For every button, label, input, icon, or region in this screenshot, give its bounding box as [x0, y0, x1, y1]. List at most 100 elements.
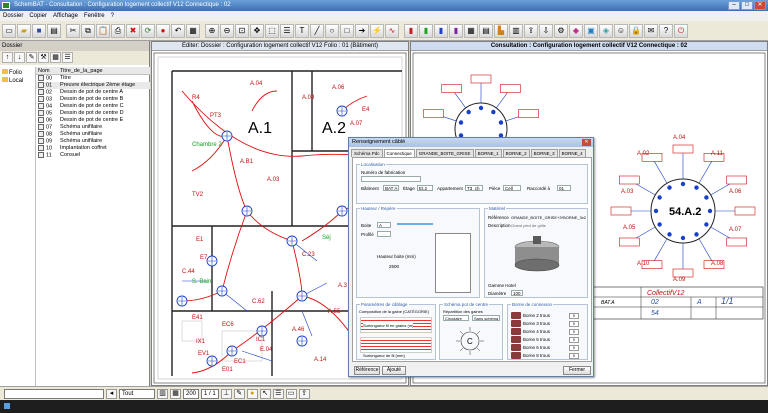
junction-box-icon[interactable]: [221, 130, 233, 142]
tree-item-folio[interactable]: Folio: [2, 69, 33, 77]
cable-tag[interactable]: [619, 237, 640, 247]
junction-box-icon[interactable]: [336, 205, 348, 217]
cable-tag[interactable]: [672, 144, 694, 154]
tab-grande-boite[interactable]: GRANDE_BOITE_GRISE: [415, 149, 474, 157]
export-status-icon[interactable]: ⇪: [298, 388, 310, 399]
refresh-icon[interactable]: ⟳: [141, 23, 155, 38]
select-icon[interactable]: ⬚: [265, 23, 279, 38]
piece-field[interactable]: Cell: [503, 185, 521, 191]
grid-view-icon[interactable]: ▦: [50, 52, 61, 63]
appartement-field[interactable]: T3_ch: [465, 185, 483, 191]
tree-item-local[interactable]: Local: [2, 77, 33, 85]
column-titre[interactable]: Titre_de_la_page: [60, 67, 103, 74]
tab-borne-3[interactable]: BORNE_3: [530, 149, 558, 157]
edit-icon[interactable]: ✎: [26, 52, 37, 63]
prev-icon[interactable]: ◂: [106, 388, 117, 399]
line-icon[interactable]: ╱: [310, 23, 324, 38]
page-list-row[interactable]: 00 Titre: [36, 75, 150, 82]
page-field[interactable]: 1 / 1: [201, 388, 219, 399]
move-up-icon[interactable]: ↑: [2, 52, 13, 63]
ajouter-button[interactable]: Ajouté: [382, 366, 406, 375]
cable-tag[interactable]: [619, 175, 640, 185]
rect-icon[interactable]: □: [340, 23, 354, 38]
minimize-button[interactable]: –: [728, 1, 740, 10]
paste-icon[interactable]: 📋: [96, 23, 110, 38]
calendar-icon[interactable]: ▦: [464, 23, 478, 38]
command-input[interactable]: [4, 388, 104, 399]
layers-icon[interactable]: ☰: [280, 23, 294, 38]
page-list-row[interactable]: 06 Dessin de pot de centre E: [36, 117, 150, 124]
menu-dossier[interactable]: Dossier: [3, 11, 23, 21]
page-list-row[interactable]: 08 Schéma unifilaire: [36, 131, 150, 138]
close-button[interactable]: ✕: [754, 1, 766, 10]
junction-box-icon[interactable]: [206, 355, 218, 367]
cable-tag[interactable]: [423, 109, 444, 118]
cable-tag[interactable]: [470, 74, 492, 84]
junction-box-icon[interactable]: [256, 325, 268, 337]
save-icon[interactable]: ■: [32, 23, 46, 38]
move-down-icon[interactable]: ↓: [14, 52, 25, 63]
delete-icon[interactable]: ✖: [126, 23, 140, 38]
undo-icon[interactable]: ↶: [171, 23, 185, 38]
user-icon[interactable]: ☺: [614, 23, 628, 38]
sans-schema-select[interactable]: Sans schéma: [472, 315, 500, 321]
page-list-row[interactable]: 03 Dessin de pot de centre B: [36, 96, 150, 103]
grid-icon[interactable]: ▦: [186, 23, 200, 38]
cable-tag[interactable]: [500, 84, 521, 93]
symbol-icon[interactable]: ⚡: [370, 23, 384, 38]
boite-field[interactable]: A: [377, 222, 391, 228]
import-icon[interactable]: ⇩: [539, 23, 553, 38]
junction-box-icon[interactable]: [176, 295, 188, 307]
stop-icon[interactable]: ●: [156, 23, 170, 38]
cable-tag[interactable]: [734, 206, 756, 216]
borne-count[interactable]: 0: [569, 312, 579, 319]
raccorde-field[interactable]: 01: [557, 185, 571, 191]
junction-box-icon[interactable]: [241, 205, 253, 217]
numero-field[interactable]: [361, 176, 421, 182]
align-icon[interactable]: ⊥: [220, 388, 232, 399]
lock-icon[interactable]: 🔒: [629, 23, 643, 38]
gear-icon[interactable]: ⚙: [554, 23, 568, 38]
book-red-icon[interactable]: ▮: [404, 23, 418, 38]
junction-box-icon[interactable]: [226, 345, 238, 357]
fermer-button[interactable]: Fermer: [563, 366, 591, 375]
page-list-row[interactable]: 04 Dessin de pot de centre C: [36, 103, 150, 110]
help-icon[interactable]: ?: [659, 23, 673, 38]
zoom-field[interactable]: 200: [183, 388, 200, 399]
page-list-row[interactable]: 11 Consuel: [36, 152, 150, 159]
borne-count[interactable]: 0: [569, 328, 579, 335]
reference-button[interactable]: Référence: [354, 366, 380, 375]
layers-status-icon[interactable]: ☰: [272, 388, 284, 399]
text-icon[interactable]: T: [295, 23, 309, 38]
new-icon[interactable]: ▭: [2, 23, 16, 38]
pencil-icon[interactable]: ✎: [233, 388, 245, 399]
dialog-close-button[interactable]: ✕: [582, 139, 591, 146]
columns-icon[interactable]: ▦: [170, 388, 181, 399]
filter-select[interactable]: Tout: [119, 388, 155, 399]
menu-copier[interactable]: Copier: [29, 11, 47, 21]
diametre-field[interactable]: 100: [511, 290, 523, 296]
borne-count[interactable]: 0: [569, 344, 579, 351]
column-nom[interactable]: Nom: [36, 67, 60, 74]
report-icon[interactable]: ▤: [479, 23, 493, 38]
properties-icon[interactable]: ▤: [47, 23, 61, 38]
junction-box-icon[interactable]: [216, 285, 228, 297]
list-view-icon[interactable]: ☰: [62, 52, 73, 63]
tab-borne-4[interactable]: BORNE_4: [558, 149, 586, 157]
borne-count[interactable]: 0: [569, 336, 579, 343]
book-green-icon[interactable]: ▮: [419, 23, 433, 38]
cable-tag[interactable]: [518, 109, 539, 118]
image-icon[interactable]: ▣: [584, 23, 598, 38]
exit-icon[interactable]: ⏻: [674, 23, 688, 38]
menu-fenetre[interactable]: Fenêtre: [84, 11, 105, 21]
start-icon[interactable]: [4, 403, 10, 409]
borne-count[interactable]: 0: [569, 320, 579, 327]
cable-tag[interactable]: [726, 237, 747, 247]
chart-icon[interactable]: ▙: [494, 23, 508, 38]
palette-icon[interactable]: ◆: [569, 23, 583, 38]
page-list-row[interactable]: 09 Schéma unifilaire: [36, 138, 150, 145]
etage-field[interactable]: Et.2: [417, 185, 433, 191]
tab-connectique[interactable]: Connectique: [383, 149, 415, 157]
wire-icon[interactable]: ∿: [385, 23, 399, 38]
batiment-field[interactable]: BAT A: [383, 185, 399, 191]
